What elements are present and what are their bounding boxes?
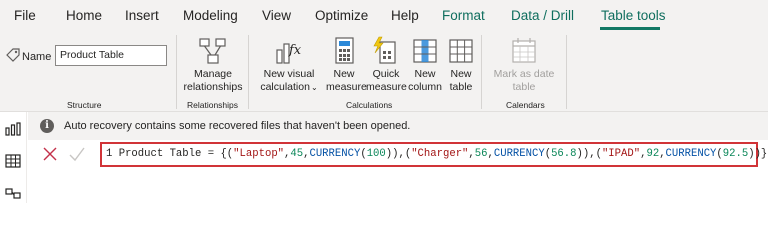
close-token: )}	[754, 148, 768, 160]
mark-date-line1: Mark as date	[493, 68, 555, 80]
ribbon-separator	[176, 35, 177, 109]
manage-relationships-icon	[199, 38, 226, 64]
mark-date-line2: table	[512, 81, 536, 93]
visual-calculation-icon: fx	[276, 43, 302, 64]
new-measure-line2: measure	[326, 81, 367, 93]
new-column-line2: column	[408, 81, 442, 93]
model-view-icon[interactable]	[5, 188, 21, 202]
auto-recovery-notification: i Auto recovery contains some recovered …	[28, 112, 768, 140]
tag-icon	[6, 48, 20, 62]
menu-help[interactable]: Help	[391, 8, 419, 23]
calculator-icon	[335, 37, 354, 64]
close-icon[interactable]	[42, 146, 58, 162]
new-measure-line1: New	[333, 68, 355, 80]
new-visual-calc-line1: New visual	[263, 68, 315, 80]
menu-view[interactable]: View	[262, 8, 291, 23]
quick-measure-line2: measure	[366, 81, 407, 93]
new-table-line2: table	[449, 81, 473, 93]
column-icon	[413, 39, 437, 63]
ribbon-separator	[248, 35, 249, 109]
function-token: CURRENCY	[493, 148, 545, 160]
new-measure-button[interactable]: New measure	[326, 34, 367, 96]
menu-insert[interactable]: Insert	[125, 8, 159, 23]
table-name-input[interactable]: Product Table	[55, 45, 167, 66]
number-token: 45	[290, 148, 304, 160]
menu-optimize[interactable]: Optimize	[315, 8, 368, 23]
new-visual-calculation-button[interactable]: fx New visual calculation⌄	[254, 34, 324, 96]
table-icon	[449, 39, 473, 63]
quick-measure-line1: Quick	[372, 68, 400, 80]
mark-as-date-table-button[interactable]: Mark as date table	[488, 34, 560, 96]
menu-home[interactable]: Home	[66, 8, 102, 23]
chevron-down-icon: ⌄	[310, 83, 318, 92]
notification-text: Auto recovery contains some recovered fi…	[64, 120, 411, 132]
ribbon: Name Product Table Structure Manage rela…	[0, 32, 768, 112]
calculations-group-label: Calculations	[346, 100, 393, 110]
number-token: 56.8	[551, 148, 577, 160]
formula-input[interactable]: 1 Product Table = {("Laptop",45,CURRENCY…	[100, 142, 767, 167]
new-visual-calc-line2: calculation	[260, 81, 310, 93]
number-token: 92	[646, 148, 660, 160]
table-view-icon[interactable]	[5, 154, 21, 168]
info-icon: i	[40, 119, 54, 133]
string-token: "Charger"	[411, 148, 469, 160]
string-token: "Laptop"	[233, 148, 285, 160]
open-token: {(	[220, 148, 234, 160]
table-name-token: Product Table	[118, 148, 202, 160]
menu-format[interactable]: Format	[442, 8, 485, 23]
new-column-line1: New	[414, 68, 436, 80]
ribbon-separator	[481, 35, 482, 109]
new-table-button[interactable]: New table	[445, 34, 477, 96]
manage-relationships-button[interactable]: Manage relationships	[180, 34, 246, 96]
active-tab-indicator	[600, 27, 660, 30]
new-column-button[interactable]: New column	[407, 34, 443, 96]
new-table-line1: New	[450, 68, 472, 80]
function-token: CURRENCY	[665, 148, 717, 160]
string-token: "IPAD"	[601, 148, 641, 160]
menu-file[interactable]: File	[14, 8, 36, 23]
view-switcher	[0, 112, 27, 203]
ribbon-separator	[566, 35, 567, 109]
name-label: Name	[22, 51, 52, 63]
menu-modeling[interactable]: Modeling	[183, 8, 238, 23]
calendar-icon	[512, 38, 536, 63]
quick-measure-icon	[373, 36, 396, 64]
calendars-group-label: Calendars	[506, 100, 545, 110]
checkmark-icon[interactable]	[68, 146, 86, 162]
dax-formula: 1 Product Table = {("Laptop",45,CURRENCY…	[106, 148, 768, 160]
svg-text:fx: fx	[288, 43, 302, 58]
number-token: 56	[474, 148, 488, 160]
manage-label-line1: Manage	[194, 68, 232, 80]
quick-measure-button[interactable]: Quick measure	[366, 34, 407, 96]
relationships-group-label: Relationships	[187, 100, 239, 110]
menu-data-drill[interactable]: Data / Drill	[511, 8, 574, 23]
report-view-icon[interactable]	[5, 122, 21, 136]
manage-label-line2: relationships	[183, 81, 243, 93]
function-token: CURRENCY	[309, 148, 361, 160]
menu-table-tools[interactable]: Table tools	[601, 8, 666, 23]
structure-group-label: Structure	[67, 100, 102, 110]
number-token: 100	[366, 148, 386, 160]
number-token: 92.5	[722, 148, 749, 160]
menu-bar: File Home Insert Modeling View Optimize …	[0, 0, 768, 32]
